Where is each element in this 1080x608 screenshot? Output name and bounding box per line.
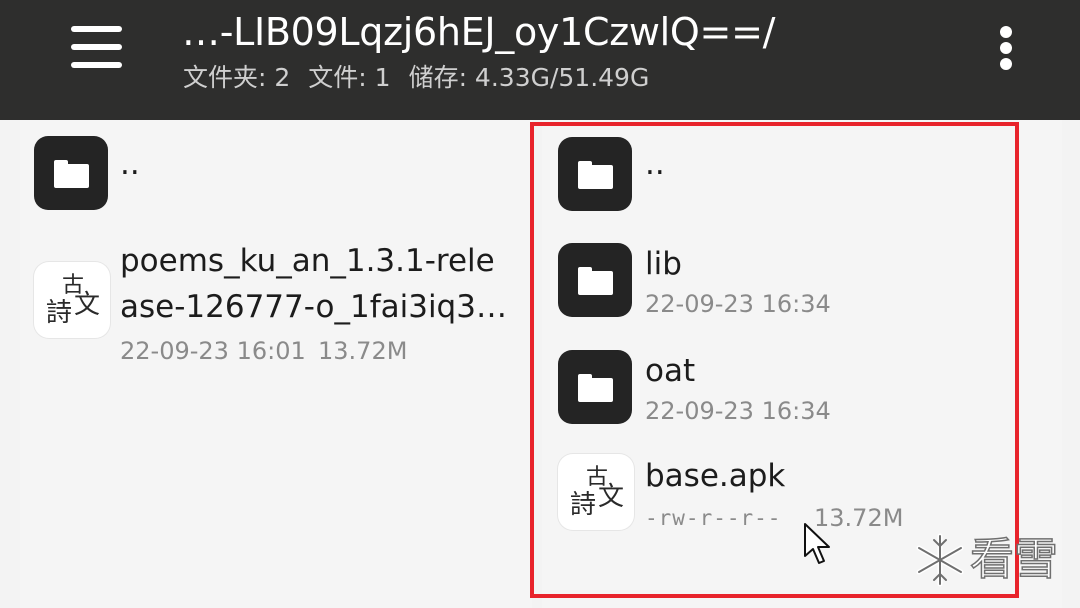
- mouse-pointer-icon: [804, 523, 830, 564]
- item-permissions: -rw-r--r--: [645, 506, 782, 530]
- list-item-folder-lib[interactable]: lib 22-09-23 16:34: [542, 230, 1062, 336]
- folder-count: 文件夹: 2: [183, 63, 291, 92]
- left-file-pane: .. 古 詩 文 poems_ku_an_1.3.1-rele ase-1267…: [20, 120, 532, 608]
- item-name: oat: [645, 353, 696, 389]
- folder-icon: [558, 243, 632, 317]
- folder-icon: [558, 137, 632, 211]
- app-icon: 古 詩 文: [34, 262, 110, 338]
- item-size: 13.72M: [318, 337, 408, 365]
- list-item-parent-folder[interactable]: ..: [542, 120, 1062, 230]
- item-date: 22-09-23 16:34: [645, 290, 831, 318]
- snowflake-icon: [916, 533, 964, 587]
- folder-icon: [558, 350, 632, 424]
- watermark-text: 看雪: [969, 533, 1059, 586]
- storage-summary: 文件夹: 2 文件: 1 储存: 4.33G/51.49G: [183, 60, 667, 96]
- folder-icon: [34, 136, 108, 210]
- item-name: ..: [120, 146, 140, 182]
- watermark: 看雪: [912, 530, 1072, 590]
- more-vert-icon[interactable]: [990, 20, 1024, 76]
- list-item-folder-oat[interactable]: oat 22-09-23 16:34: [542, 336, 1062, 442]
- list-item-parent-folder[interactable]: ..: [20, 120, 532, 230]
- item-name-line-1: poems_ku_an_1.3.1-rele: [120, 243, 495, 279]
- file-count: 文件: 1: [308, 63, 391, 92]
- item-name: base.apk: [645, 458, 786, 494]
- app-icon: 古 詩 文: [558, 454, 634, 530]
- app-bar: …-LIB09Lqzj6hEJ_oy1CzwlQ==/ 文件夹: 2 文件: 1 储…: [0, 0, 1080, 120]
- item-date: 22-09-23 16:01: [120, 337, 306, 365]
- storage-usage: 储存: 4.33G/51.49G: [408, 63, 650, 92]
- path-title: …-LIB09Lqzj6hEJ_oy1CzwlQ==/: [182, 10, 776, 54]
- list-item-apk-file[interactable]: 古 詩 文 poems_ku_an_1.3.1-rele ase-126777-…: [20, 235, 532, 375]
- item-name: lib: [645, 246, 682, 282]
- hamburger-menu-icon[interactable]: [64, 22, 128, 72]
- item-date: 22-09-23 16:34: [645, 397, 831, 425]
- item-name-line-2: ase-126777-o_1fai3iq3…: [120, 289, 507, 325]
- item-name: ..: [645, 146, 665, 182]
